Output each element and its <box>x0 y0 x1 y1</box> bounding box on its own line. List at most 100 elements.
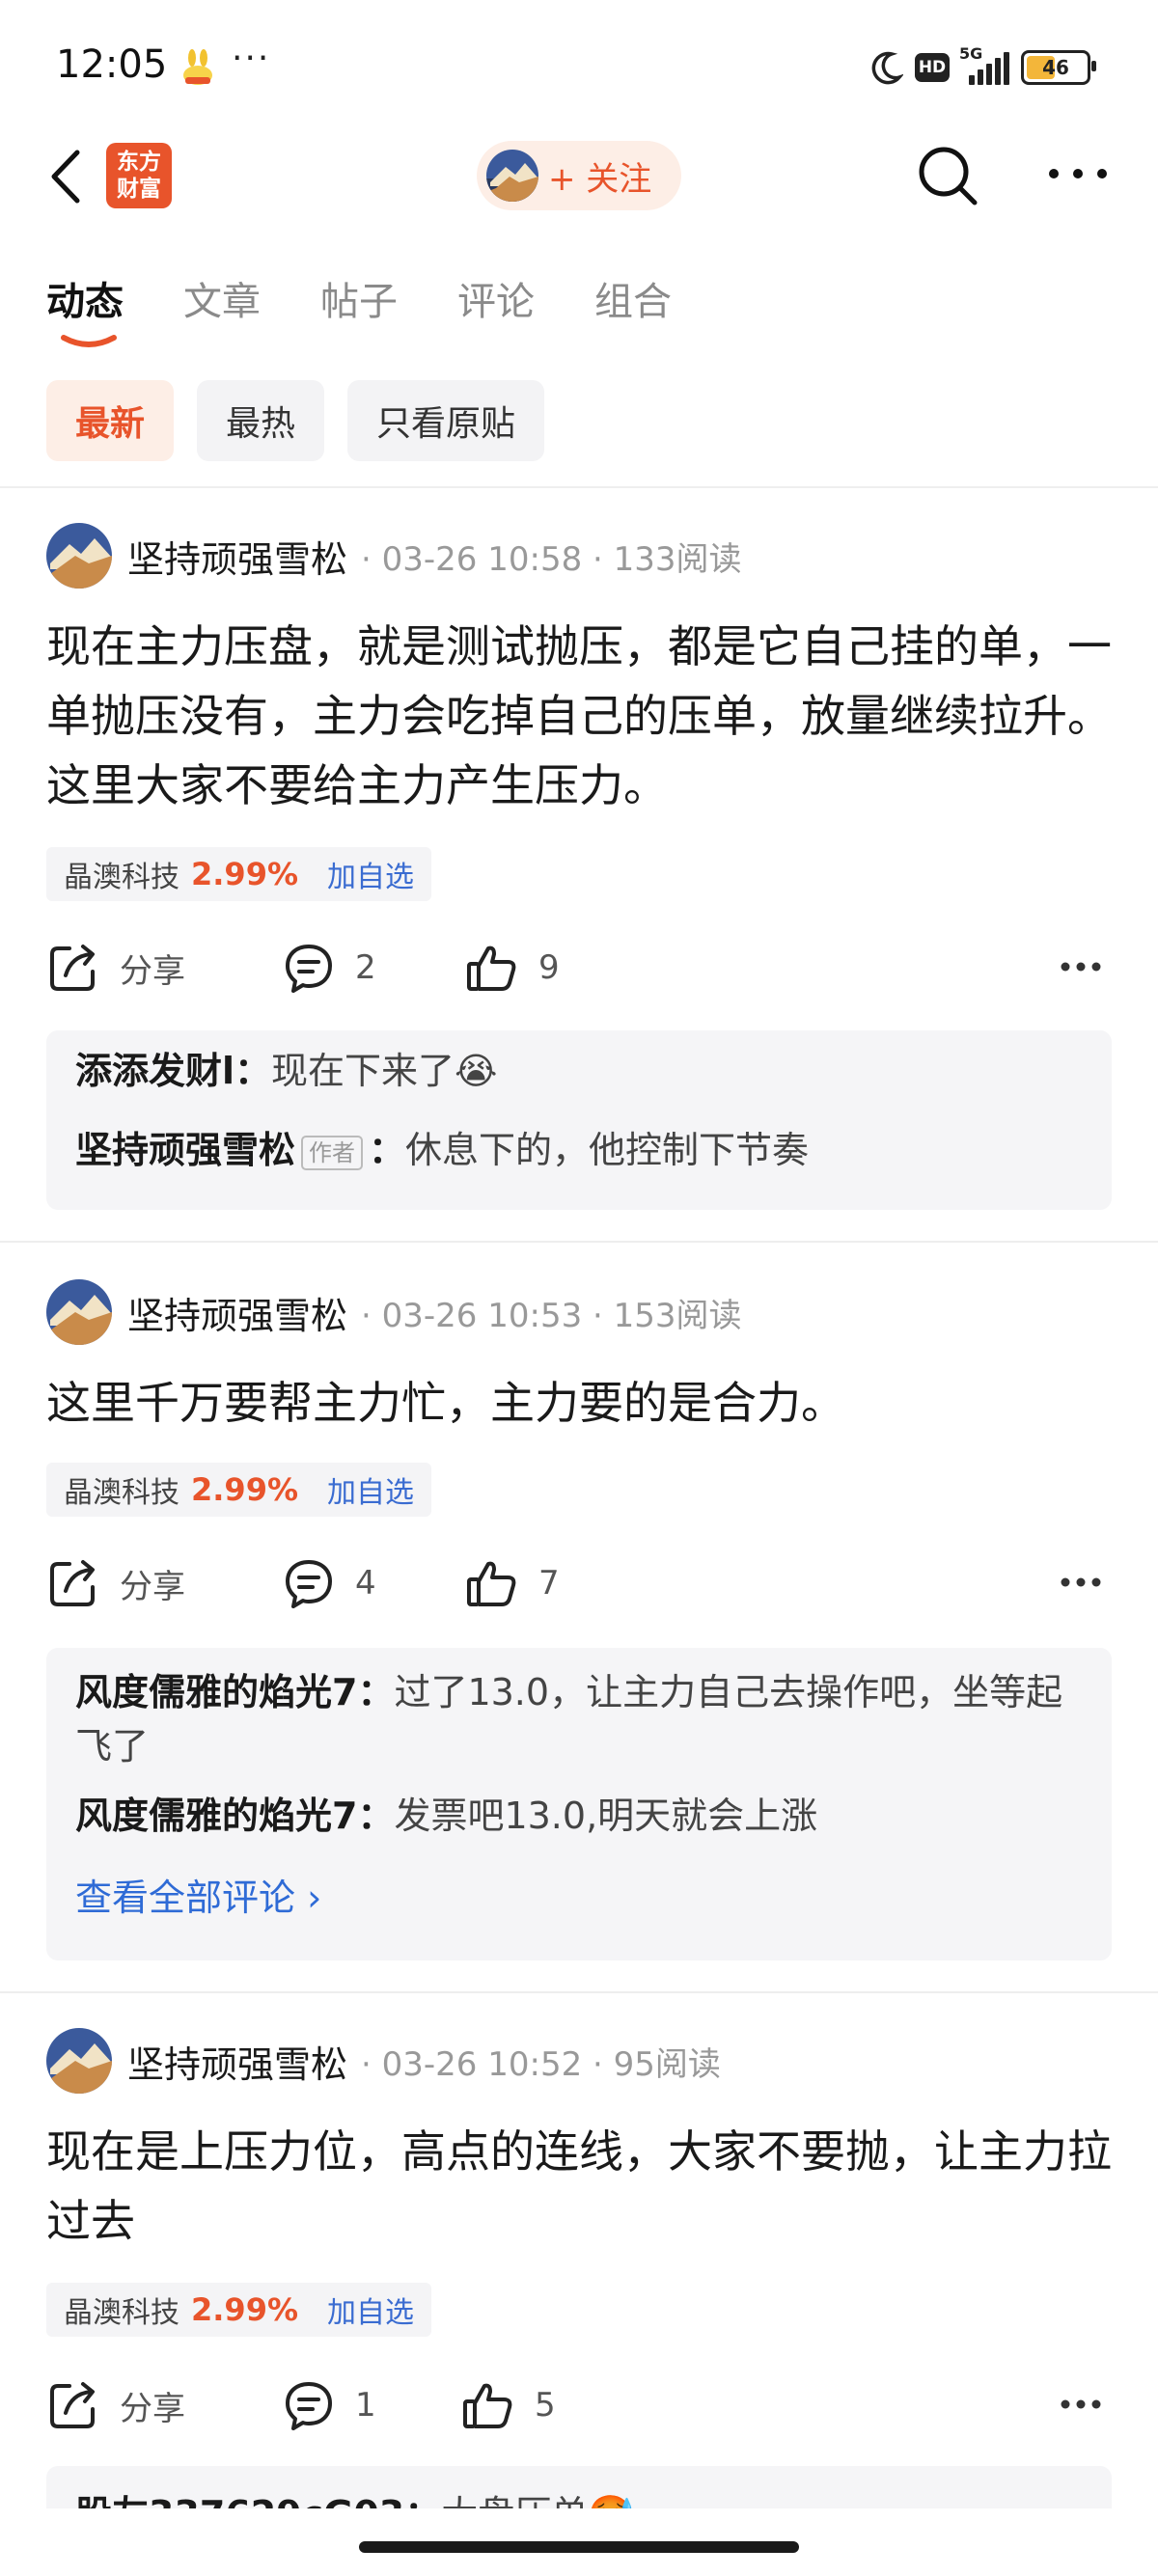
add-watchlist-link[interactable]: 加自选 <box>327 853 414 895</box>
filter-latest[interactable]: 最新 <box>46 380 175 461</box>
stock-name: 晶澳科技 <box>64 1476 179 1510</box>
add-watchlist-link[interactable]: 加自选 <box>327 1468 414 1511</box>
tab-portfolio[interactable]: 组合 <box>594 270 672 326</box>
author-avatar[interactable] <box>46 2028 112 2094</box>
tab-articles[interactable]: 文章 <box>183 270 261 326</box>
post-actions: 分享 4 7 <box>46 1549 1112 1617</box>
moon-icon <box>871 51 903 85</box>
post-actions: 分享 2 9 <box>46 934 1112 1001</box>
post-card: 坚持顽强雪松 · 03-26 10:58 · 133阅读 现在主力压盘，就是测试… <box>0 488 1158 1241</box>
post-text[interactable]: 这里千万要帮主力忙，主力要的是合力。 <box>46 1368 1112 1438</box>
thumbs-up-icon <box>463 2383 512 2428</box>
like-count: 5 <box>535 2386 556 2425</box>
author-avatar[interactable] <box>46 523 112 589</box>
eastmoney-logo: 东方 财富 <box>106 143 172 208</box>
filter-original-only[interactable]: 只看原贴 <box>347 380 545 461</box>
search-icon[interactable] <box>913 141 982 210</box>
stock-change: 2.99% <box>191 1471 299 1508</box>
comment-text: 休息下的，他控制下节奏 <box>405 1129 810 1171</box>
stock-change: 2.99% <box>191 856 299 892</box>
stock-change: 2.99% <box>191 2291 299 2328</box>
status-icons: HD 5G 46 <box>868 44 1096 89</box>
thumbs-up-icon <box>467 1561 516 1606</box>
home-indicator[interactable] <box>359 2541 799 2553</box>
comment-user[interactable]: 添添发财l： <box>75 1050 271 1092</box>
post-text[interactable]: 现在主力压盘，就是测试抛压，都是它自己挂的单，一单抛压没有，主力会吃掉自己的压单… <box>46 612 1112 820</box>
post-more-icon[interactable] <box>1058 1563 1104 1602</box>
share-button[interactable]: 分享 <box>46 934 185 1001</box>
battery-icon: 46 <box>1021 50 1096 85</box>
comment-count: 4 <box>355 1564 376 1603</box>
more-options-icon[interactable] <box>1044 154 1112 193</box>
comment-user[interactable]: 风度儒雅的焰光7： <box>75 1671 394 1713</box>
like-button[interactable]: 7 <box>465 1549 560 1617</box>
post-meta: · 03-26 10:58 · 133阅读 <box>361 539 742 579</box>
post-more-icon[interactable] <box>1058 947 1104 986</box>
comment-button[interactable]: 1 <box>282 2371 376 2439</box>
share-label: 分享 <box>120 1567 185 1606</box>
stock-tag[interactable]: 晶澳科技 2.99% 加自选 <box>46 1463 432 1517</box>
stock-tag[interactable]: 晶澳科技 2.99% 加自选 <box>46 2283 432 2337</box>
post-text[interactable]: 现在是上压力位，高点的连线，大家不要抛，让主力拉过去 <box>46 2117 1112 2256</box>
post-more-icon[interactable] <box>1058 2385 1104 2424</box>
post-card: 坚持顽强雪松 · 03-26 10:52 · 95阅读 现在是上压力位，高点的连… <box>0 1993 1158 2572</box>
comment-text: 现在下来了😭 <box>271 1050 498 1092</box>
author-avatar[interactable] <box>46 1279 112 1345</box>
comment-preview[interactable]: 风度儒雅的焰光7：过了13.0，让主力自己去操作吧，坐等起飞了 风度儒雅的焰光7… <box>46 1648 1112 1960</box>
comment-line: 风度儒雅的焰光7：发票吧13.0,明天就会上涨 <box>75 1789 1079 1843</box>
comment-user[interactable]: 风度儒雅的焰光7： <box>75 1795 394 1837</box>
signal-icon: 5G <box>959 44 1009 85</box>
add-watchlist-link[interactable]: 加自选 <box>327 2288 414 2331</box>
stock-name: 晶澳科技 <box>64 861 179 894</box>
post-card: 坚持顽强雪松 · 03-26 10:53 · 153阅读 这里千万要帮主力忙，主… <box>0 1243 1158 1991</box>
stock-tag[interactable]: 晶澳科技 2.99% 加自选 <box>46 847 432 901</box>
back-arrow-icon[interactable] <box>42 143 100 210</box>
comment-button[interactable]: 2 <box>282 934 376 1001</box>
like-button[interactable]: 5 <box>461 2371 556 2439</box>
comment-separator: ： <box>369 1129 406 1171</box>
comment-button[interactable]: 4 <box>282 1549 376 1617</box>
status-bar: 12:05 ··· HD 5G 46 <box>0 0 1158 135</box>
author-name[interactable]: 坚持顽强雪松 <box>127 1286 347 1339</box>
stock-name: 晶澳科技 <box>64 2296 179 2330</box>
follow-button[interactable]: + 关注 <box>477 141 681 210</box>
like-count: 7 <box>538 1564 560 1603</box>
logo-text-bottom: 财富 <box>117 177 161 202</box>
status-time: 12:05 <box>56 42 168 87</box>
post-header: 坚持顽强雪松 · 03-26 10:52 · 95阅读 <box>46 2028 721 2094</box>
tab-posts[interactable]: 帖子 <box>320 270 398 326</box>
filter-hottest[interactable]: 最热 <box>197 380 325 461</box>
share-icon <box>50 2382 95 2428</box>
comment-text: 发票吧13.0,明天就会上涨 <box>394 1795 818 1837</box>
logo-text-top: 东方 <box>117 150 161 175</box>
share-icon <box>50 945 95 991</box>
comment-preview[interactable]: 添添发财l：现在下来了😭 坚持顽强雪松 作者 ：休息下的，他控制下节奏 <box>46 1030 1112 1210</box>
comment-line: 添添发财l：现在下来了😭 <box>75 1044 1079 1098</box>
battery-level: 46 <box>1042 56 1069 79</box>
post-meta: · 03-26 10:53 · 153阅读 <box>361 1296 742 1335</box>
tab-dynamic[interactable]: 动态 <box>46 270 124 326</box>
user-avatar <box>486 150 538 202</box>
post-header: 坚持顽强雪松 · 03-26 10:58 · 133阅读 <box>46 523 742 589</box>
comment-line: 坚持顽强雪松 作者 ：休息下的，他控制下节奏 <box>75 1123 1079 1177</box>
thumbs-up-icon <box>467 945 516 991</box>
more-notifications-icon: ··· <box>232 39 271 78</box>
share-icon <box>50 1560 95 1606</box>
like-button[interactable]: 9 <box>465 934 560 1001</box>
comment-icon <box>286 945 332 993</box>
author-name[interactable]: 坚持顽强雪松 <box>127 530 347 583</box>
like-count: 9 <box>538 948 560 987</box>
follow-label: + 关注 <box>548 159 652 199</box>
comment-line: 风度儒雅的焰光7：过了13.0，让主力自己去操作吧，坐等起飞了 <box>75 1665 1079 1773</box>
view-all-comments-link[interactable]: 查看全部评论 › <box>75 1868 321 1921</box>
post-actions: 分享 1 5 <box>46 2371 1112 2439</box>
share-button[interactable]: 分享 <box>46 1549 185 1617</box>
comment-user[interactable]: 坚持顽强雪松 <box>75 1129 295 1171</box>
tab-comments[interactable]: 评论 <box>457 270 535 326</box>
author-name[interactable]: 坚持顽强雪松 <box>127 2035 347 2088</box>
comment-count: 2 <box>355 948 376 987</box>
comment-icon <box>286 2382 332 2430</box>
share-label: 分享 <box>120 951 185 991</box>
share-button[interactable]: 分享 <box>46 2371 185 2439</box>
post-header: 坚持顽强雪松 · 03-26 10:53 · 153阅读 <box>46 1279 742 1345</box>
